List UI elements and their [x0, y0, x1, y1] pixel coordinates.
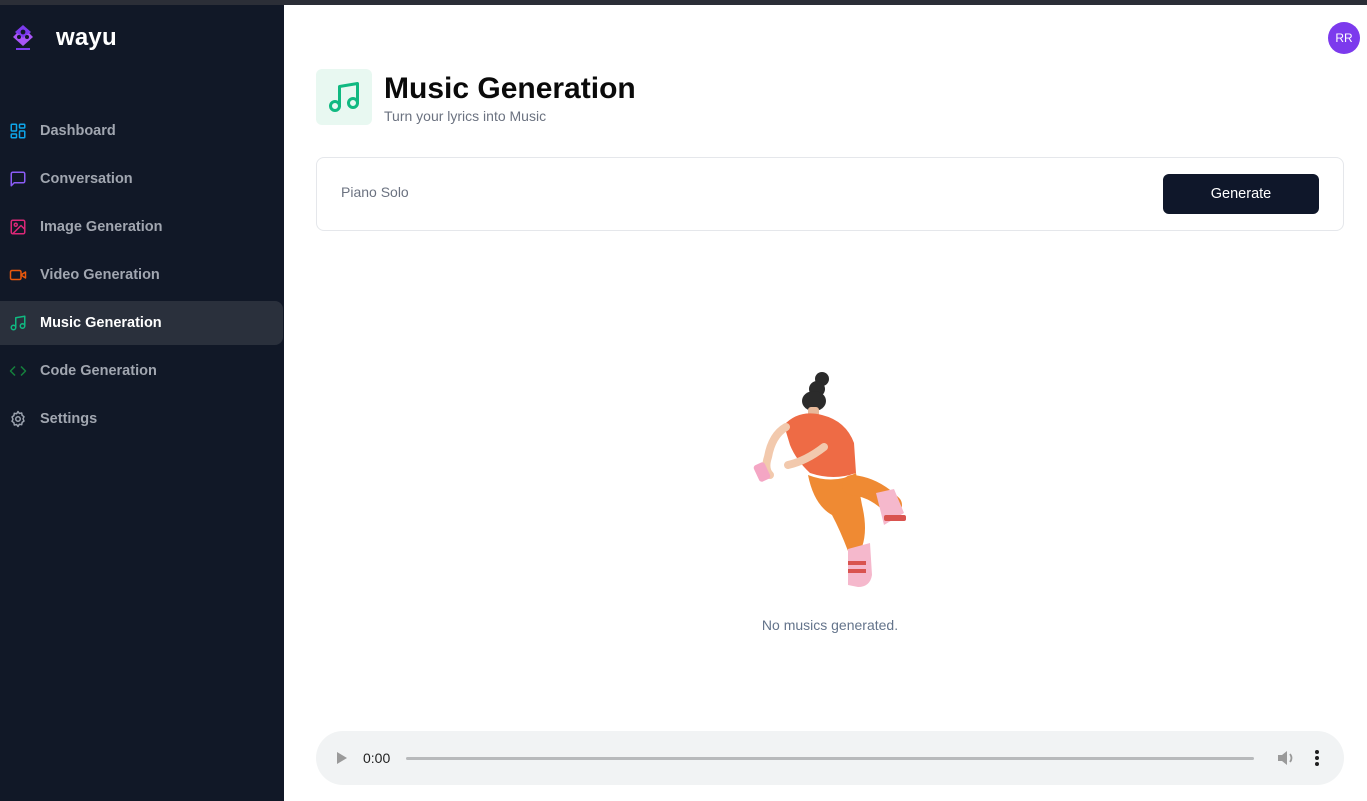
sidebar-item-label: Dashboard: [40, 123, 116, 139]
image-icon: [8, 217, 28, 237]
diamond-logo-icon: [13, 25, 33, 50]
brand[interactable]: wayu: [10, 23, 117, 53]
page-subtitle: Turn your lyrics into Music: [384, 107, 547, 124]
header-icon-box: [316, 69, 372, 125]
message-square-icon: [8, 169, 28, 189]
prompt-input[interactable]: [341, 184, 1121, 200]
user-avatar[interactable]: RR: [1328, 22, 1360, 54]
sidebar-item-music-generation[interactable]: Music Generation: [0, 301, 283, 345]
sidebar-item-image-generation[interactable]: Image Generation: [0, 205, 284, 249]
layout-dashboard-icon: [8, 121, 28, 141]
page-title: Music Generation: [384, 71, 636, 105]
sidebar-item-dashboard[interactable]: Dashboard: [0, 109, 284, 153]
audio-player: 0:00: [316, 731, 1344, 785]
sidebar-item-video-generation[interactable]: Video Generation: [0, 253, 284, 297]
sidebar-item-label: Code Generation: [40, 363, 157, 379]
main-content: RR Music Generation Turn your lyrics int…: [284, 5, 1367, 801]
audio-progress-track[interactable]: [406, 757, 1254, 760]
sidebar-item-label: Video Generation: [40, 267, 160, 283]
audio-time: 0:00: [363, 750, 391, 766]
volume-icon[interactable]: [1276, 749, 1296, 767]
floating-person-illustration: [753, 372, 906, 587]
prompt-form: Generate: [316, 157, 1344, 231]
sidebar-item-code-generation[interactable]: Code Generation: [0, 349, 284, 393]
music-icon: [8, 313, 28, 333]
sidebar-item-label: Image Generation: [40, 219, 163, 235]
code-icon: [8, 361, 28, 381]
sidebar-item-settings[interactable]: Settings: [0, 397, 284, 441]
sidebar: wayu Dashboard Conversation Image Genera…: [0, 5, 284, 801]
sidebar-nav: Dashboard Conversation Image Generation: [0, 109, 284, 445]
sidebar-item-label: Music Generation: [40, 315, 162, 331]
page-header: Music Generation Turn your lyrics into M…: [316, 69, 636, 125]
empty-state-text: No musics generated.: [761, 617, 899, 633]
brand-name: wayu: [56, 24, 117, 51]
generate-button[interactable]: Generate: [1163, 174, 1319, 214]
sidebar-item-conversation[interactable]: Conversation: [0, 157, 284, 201]
header-text: Music Generation Turn your lyrics into M…: [384, 71, 636, 124]
music-icon: [329, 82, 359, 112]
sidebar-item-label: Settings: [40, 411, 98, 427]
play-icon[interactable]: [336, 751, 348, 765]
video-icon: [8, 265, 28, 285]
more-options-icon[interactable]: [1314, 749, 1320, 767]
sidebar-item-label: Conversation: [40, 171, 133, 187]
settings-icon: [8, 409, 28, 429]
